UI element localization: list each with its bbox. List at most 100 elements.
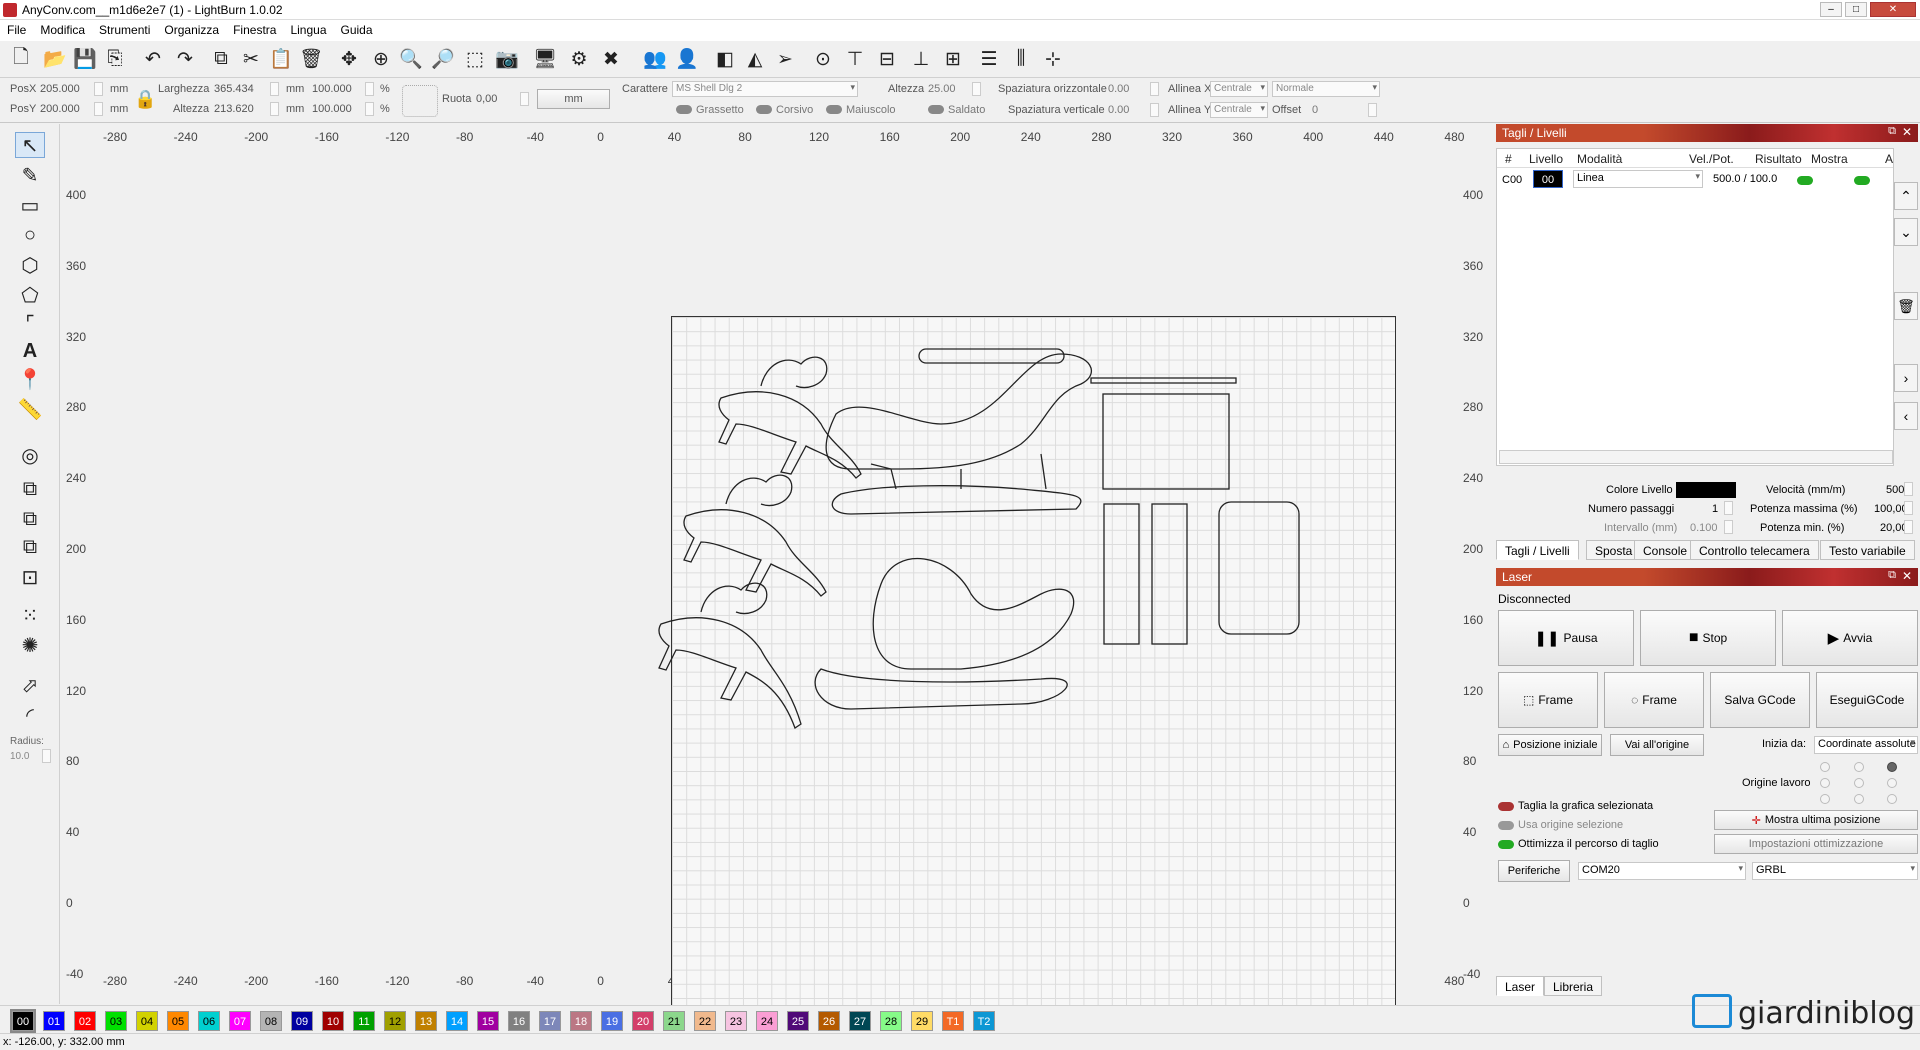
scale-x-spin[interactable] <box>365 82 374 96</box>
frame-circle-button[interactable]: ◌ Frame <box>1604 672 1704 728</box>
palette-swatch-04[interactable]: 04 <box>136 1011 158 1031</box>
copy-icon[interactable]: ⧉ <box>208 46 234 72</box>
palette-swatch-07[interactable]: 07 <box>229 1011 251 1031</box>
grid-array-icon[interactable]: ⁙ <box>15 602 45 628</box>
rotate-spin[interactable] <box>520 92 529 106</box>
vspace-field[interactable]: 0.00 <box>1108 104 1129 116</box>
palette-swatch-27[interactable]: 27 <box>849 1011 871 1031</box>
palette-swatch-05[interactable]: 05 <box>167 1011 189 1031</box>
radius-spin[interactable] <box>42 749 51 763</box>
convert-path-icon[interactable]: ⬀ <box>15 672 45 698</box>
palette-swatch-28[interactable]: 28 <box>880 1011 902 1031</box>
mirror-horizontal-icon[interactable]: ◧ <box>712 46 738 72</box>
tab-library[interactable]: Libreria <box>1544 976 1603 996</box>
layer-color-box[interactable] <box>1676 482 1736 498</box>
palette-swatch-10[interactable]: 10 <box>322 1011 344 1031</box>
zoom-in-icon[interactable]: 🔍 <box>398 46 424 72</box>
move-icon[interactable]: ✥ <box>336 46 362 72</box>
palette-swatch-18[interactable]: 18 <box>570 1011 592 1031</box>
origin-top-left-radio[interactable] <box>1820 762 1830 772</box>
max-power-spin[interactable] <box>1904 501 1913 515</box>
width-field[interactable]: 365.434 <box>214 83 254 95</box>
passes-spin[interactable] <box>1724 501 1733 515</box>
origin-bottom-left-radio[interactable] <box>1820 794 1830 804</box>
monitor-icon[interactable]: 🖥 <box>532 46 558 72</box>
text-tool-icon[interactable]: A <box>15 338 45 364</box>
boolean-difference-icon[interactable]: ⧉ <box>15 506 45 532</box>
palette-swatch-14[interactable]: 14 <box>446 1011 468 1031</box>
select-tool-icon[interactable]: ↖ <box>15 132 45 158</box>
polygon-icon[interactable]: ⬡ <box>15 252 45 278</box>
palette-swatch-01[interactable]: 01 <box>43 1011 65 1031</box>
height-field[interactable]: 213.620 <box>214 103 254 115</box>
menu-arrange[interactable]: Organizza <box>157 20 226 37</box>
use-selection-origin-toggle[interactable] <box>1498 821 1514 830</box>
palette-swatch-29[interactable]: 29 <box>911 1011 933 1031</box>
speed-field[interactable]: 500 <box>1886 484 1904 496</box>
italic-toggle[interactable] <box>756 105 772 114</box>
sleigh-side-panel-shape[interactable] <box>1103 503 1140 645</box>
group-icon[interactable]: 👥 <box>642 46 668 72</box>
sleigh-back-panel-shape[interactable] <box>1218 501 1300 635</box>
weld-icon[interactable]: ⊡ <box>15 564 45 590</box>
zoom-fit-icon[interactable]: ⊕ <box>368 46 394 72</box>
design-canvas[interactable]: -280 -240 -200 -160 -120 -80 -40 0 40 80 120 160 200… <box>61 124 1491 1029</box>
offset-shapes-icon[interactable]: ◎ <box>15 442 45 468</box>
scale-y-field[interactable]: 100.000 <box>312 103 352 115</box>
palette-swatch-t2[interactable]: T2 <box>973 1011 995 1031</box>
zoom-out-icon[interactable]: 🔎 <box>430 46 456 72</box>
save-file-icon[interactable]: 💾 <box>72 46 98 72</box>
palette-swatch-11[interactable]: 11 <box>353 1011 375 1031</box>
pause-button[interactable]: ❚❚ Pausa <box>1498 610 1634 666</box>
import-icon[interactable]: ⎘ <box>102 46 128 72</box>
posx-field[interactable]: 205.000 <box>40 83 80 95</box>
text-style-select[interactable]: Normale <box>1272 81 1380 97</box>
maximize-button[interactable]: □ <box>1845 2 1867 17</box>
float-panel-icon[interactable]: ⧉ <box>1888 569 1896 582</box>
machine-settings-icon[interactable]: ✖ <box>598 46 624 72</box>
tab-camera-control[interactable]: Controllo telecamera <box>1690 540 1819 560</box>
move-layer-up-button[interactable]: ⌃ <box>1894 182 1918 210</box>
dock-icon[interactable]: ⊹ <box>1040 46 1066 72</box>
width-spin[interactable] <box>270 82 279 96</box>
menu-edit[interactable]: Modifica <box>33 20 92 37</box>
location-pin-icon[interactable]: 📍 <box>15 366 45 392</box>
scale-y-spin[interactable] <box>365 102 374 116</box>
layer-output-toggle[interactable] <box>1797 176 1813 185</box>
scale-x-field[interactable]: 100.000 <box>312 83 352 95</box>
ungroup-icon[interactable]: 👤 <box>674 46 700 72</box>
horizontal-scrollbar[interactable] <box>1499 450 1893 464</box>
delete-icon[interactable]: 🗑 <box>298 46 324 72</box>
origin-mid-left-radio[interactable] <box>1820 778 1830 788</box>
font-select[interactable]: MS Shell Dlg 2 <box>672 81 858 97</box>
palette-swatch-22[interactable]: 22 <box>694 1011 716 1031</box>
paste-icon[interactable]: 📋 <box>268 46 294 72</box>
plank-shape[interactable] <box>1090 377 1237 384</box>
start-button[interactable]: ▶ Avvia <box>1782 610 1918 666</box>
tab-console[interactable]: Console <box>1634 540 1697 560</box>
optimization-settings-button[interactable]: Impostazioni ottimizzazione <box>1714 834 1918 854</box>
collapse-left-button[interactable]: ‹ <box>1894 402 1918 430</box>
settings-gear-icon[interactable]: ⚙ <box>566 46 592 72</box>
align-center-icon[interactable]: ⊟ <box>874 46 900 72</box>
goto-origin-button[interactable]: Vai all'origine <box>1610 734 1704 756</box>
move-layer-down-button[interactable]: ⌄ <box>1894 218 1918 246</box>
boolean-intersect-icon[interactable]: ⧉ <box>15 534 45 560</box>
interval-spin[interactable] <box>1724 520 1733 534</box>
posy-field[interactable]: 200.000 <box>40 103 80 115</box>
draw-lines-icon[interactable]: ✎ <box>15 162 45 188</box>
palette-swatch-26[interactable]: 26 <box>818 1011 840 1031</box>
palette-swatch-24[interactable]: 24 <box>756 1011 778 1031</box>
boolean-union-icon[interactable]: ⧉ <box>15 476 45 502</box>
devices-button[interactable]: Periferiche <box>1498 860 1570 882</box>
float-panel-icon[interactable]: ⧉ <box>1888 125 1896 138</box>
min-power-spin[interactable] <box>1904 520 1913 534</box>
welded-toggle[interactable] <box>928 105 944 114</box>
menu-tools[interactable]: Strumenti <box>92 20 157 37</box>
bold-toggle[interactable] <box>676 105 692 114</box>
origin-mid-right-radio[interactable] <box>1887 778 1897 788</box>
reindeer-shape[interactable] <box>683 474 827 597</box>
origin-bottom-right-radio[interactable] <box>1887 794 1897 804</box>
circular-array-icon[interactable]: ✺ <box>15 632 45 658</box>
stop-button[interactable]: ■ Stop <box>1640 610 1776 666</box>
